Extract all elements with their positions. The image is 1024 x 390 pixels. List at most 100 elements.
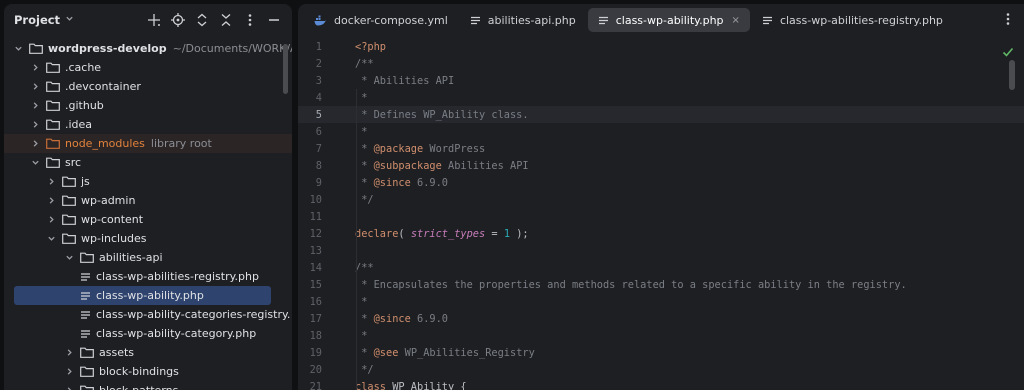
tree-file-item[interactable]: class-wp-ability.php — [14, 286, 271, 305]
line-number[interactable]: 3 — [298, 75, 322, 87]
line-number[interactable]: 9 — [298, 177, 322, 189]
hide-icon[interactable] — [264, 10, 284, 30]
line-number[interactable]: 20 — [298, 364, 322, 376]
locate-icon[interactable] — [168, 10, 188, 30]
tree-scrollbar[interactable] — [283, 44, 288, 94]
tree-folder-item[interactable]: .cache — [4, 58, 292, 77]
chevron-right-icon[interactable] — [30, 63, 40, 72]
folder-icon — [80, 347, 94, 358]
editor-tab[interactable]: docker-compose.yml — [304, 8, 458, 32]
code-token: * — [355, 312, 374, 325]
chevron-down-icon[interactable] — [30, 158, 40, 167]
tree-item-label: class-wp-abilities-registry.php — [96, 270, 259, 283]
tree-folder-item[interactable]: .devcontainer — [4, 77, 292, 96]
line-number[interactable]: 7 — [298, 143, 322, 155]
editor-tab[interactable]: class-wp-ability.php × — [587, 8, 750, 32]
code-token: = — [485, 227, 504, 240]
code-token: * Abilities API — [355, 74, 455, 87]
line-number[interactable]: 12 — [298, 228, 322, 240]
line-number[interactable]: 13 — [298, 245, 322, 257]
tree-folder-item[interactable]: .idea — [4, 115, 292, 134]
code-token: WP_Ability { — [386, 380, 467, 390]
line-number[interactable]: 2 — [298, 58, 322, 70]
chevron-right-icon[interactable] — [46, 177, 56, 186]
code-line: 15 * Encapsulates the properties and met… — [298, 276, 1024, 293]
add-icon[interactable] — [144, 10, 164, 30]
chevron-right-icon[interactable] — [46, 196, 56, 205]
code-line: 20 */ — [298, 361, 1024, 378]
tree-folder-item[interactable]: wp-includes — [4, 229, 292, 248]
chevron-right-icon[interactable] — [30, 139, 40, 148]
more-icon[interactable] — [1006, 11, 1010, 30]
code-token: */ — [355, 193, 374, 206]
line-number[interactable]: 18 — [298, 330, 322, 342]
folder-icon — [62, 195, 76, 206]
line-number[interactable]: 16 — [298, 296, 322, 308]
tree-folder-item[interactable]: block-bindings — [4, 362, 292, 381]
project-title[interactable]: Project — [14, 13, 60, 27]
php-file-icon — [80, 271, 91, 283]
tree-folder-item[interactable]: .github — [4, 96, 292, 115]
line-number[interactable]: 11 — [298, 211, 322, 223]
chevron-right-icon[interactable] — [64, 367, 74, 376]
expand-all-icon[interactable] — [192, 10, 212, 30]
tree-folder-item[interactable]: assets — [4, 343, 292, 362]
tree-item-label: .github — [65, 99, 104, 112]
tree-file-item[interactable]: class-wp-ability-categories-registry. — [4, 305, 292, 324]
editor-tab[interactable]: class-wp-abilities-registry.php — [752, 8, 953, 32]
tree-item-label: block-bindings — [99, 365, 179, 378]
code-line: 6 * — [298, 123, 1024, 140]
editor-scrollbar[interactable] — [1009, 60, 1015, 90]
chevron-right-icon[interactable] — [46, 215, 56, 224]
line-number[interactable]: 1 — [298, 41, 322, 53]
line-number[interactable]: 15 — [298, 279, 322, 291]
chevron-right-icon[interactable] — [30, 82, 40, 91]
line-number[interactable]: 19 — [298, 347, 322, 359]
tree-file-item[interactable]: class-wp-abilities-registry.php — [4, 267, 292, 286]
close-icon[interactable]: × — [732, 15, 740, 26]
tree-item-label: .idea — [65, 118, 93, 131]
line-number[interactable]: 6 — [298, 126, 322, 138]
file-icon — [470, 15, 481, 26]
line-number[interactable]: 10 — [298, 194, 322, 206]
tree-folder-item[interactable]: abilities-api — [4, 248, 292, 267]
tree-folder-item[interactable]: block-patterns — [4, 381, 292, 390]
line-number[interactable]: 21 — [298, 381, 322, 390]
tree-file-item[interactable]: class-wp-ability-category.php — [4, 324, 292, 343]
code-token: ); — [510, 227, 529, 240]
docker-icon — [314, 15, 327, 26]
indent-guide — [356, 89, 357, 389]
line-number[interactable]: 14 — [298, 262, 322, 274]
tree-folder-item[interactable]: wp-content — [4, 210, 292, 229]
line-number[interactable]: 8 — [298, 160, 322, 172]
chevron-down-icon[interactable] — [14, 44, 23, 53]
chevron-right-icon[interactable] — [64, 348, 74, 357]
line-number[interactable]: 17 — [298, 313, 322, 325]
folder-icon — [46, 100, 60, 111]
tree-item-label: class-wp-ability.php — [96, 289, 204, 302]
code-editor[interactable]: 1 <?php 2/** 3 * Abilities API 4 * 5 * Define… — [298, 38, 1024, 390]
line-number[interactable]: 4 — [298, 92, 322, 104]
code-line: 9 * @since 6.9.0 — [298, 174, 1024, 191]
collapse-all-icon[interactable] — [216, 10, 236, 30]
code-token: */ — [355, 363, 374, 376]
tree-folder-item[interactable]: wp-admin — [4, 191, 292, 210]
editor-tab[interactable]: abilities-api.php — [460, 8, 586, 32]
chevron-right-icon[interactable] — [64, 386, 74, 390]
more-icon[interactable] — [240, 10, 260, 30]
chevron-right-icon[interactable] — [30, 101, 40, 110]
chevron-right-icon[interactable] — [30, 120, 40, 129]
code-token: * — [355, 346, 374, 359]
tab-label: docker-compose.yml — [334, 13, 448, 27]
tree-folder-item[interactable]: src — [4, 153, 292, 172]
tree-folder-item[interactable]: js — [4, 172, 292, 191]
tree-folder-item[interactable]: wordpress-develop ~/Documents/WORK/Authla… — [4, 39, 292, 58]
code-line: 4 * — [298, 89, 1024, 106]
chevron-down-icon[interactable] — [46, 234, 56, 243]
chevron-down-icon[interactable] — [65, 14, 74, 26]
line-number[interactable]: 5 — [298, 109, 322, 121]
tree-folder-item[interactable]: node_modules library root — [4, 134, 292, 153]
folder-icon — [80, 385, 94, 390]
tree-item-label: wp-content — [81, 213, 144, 226]
chevron-down-icon[interactable] — [64, 253, 74, 262]
